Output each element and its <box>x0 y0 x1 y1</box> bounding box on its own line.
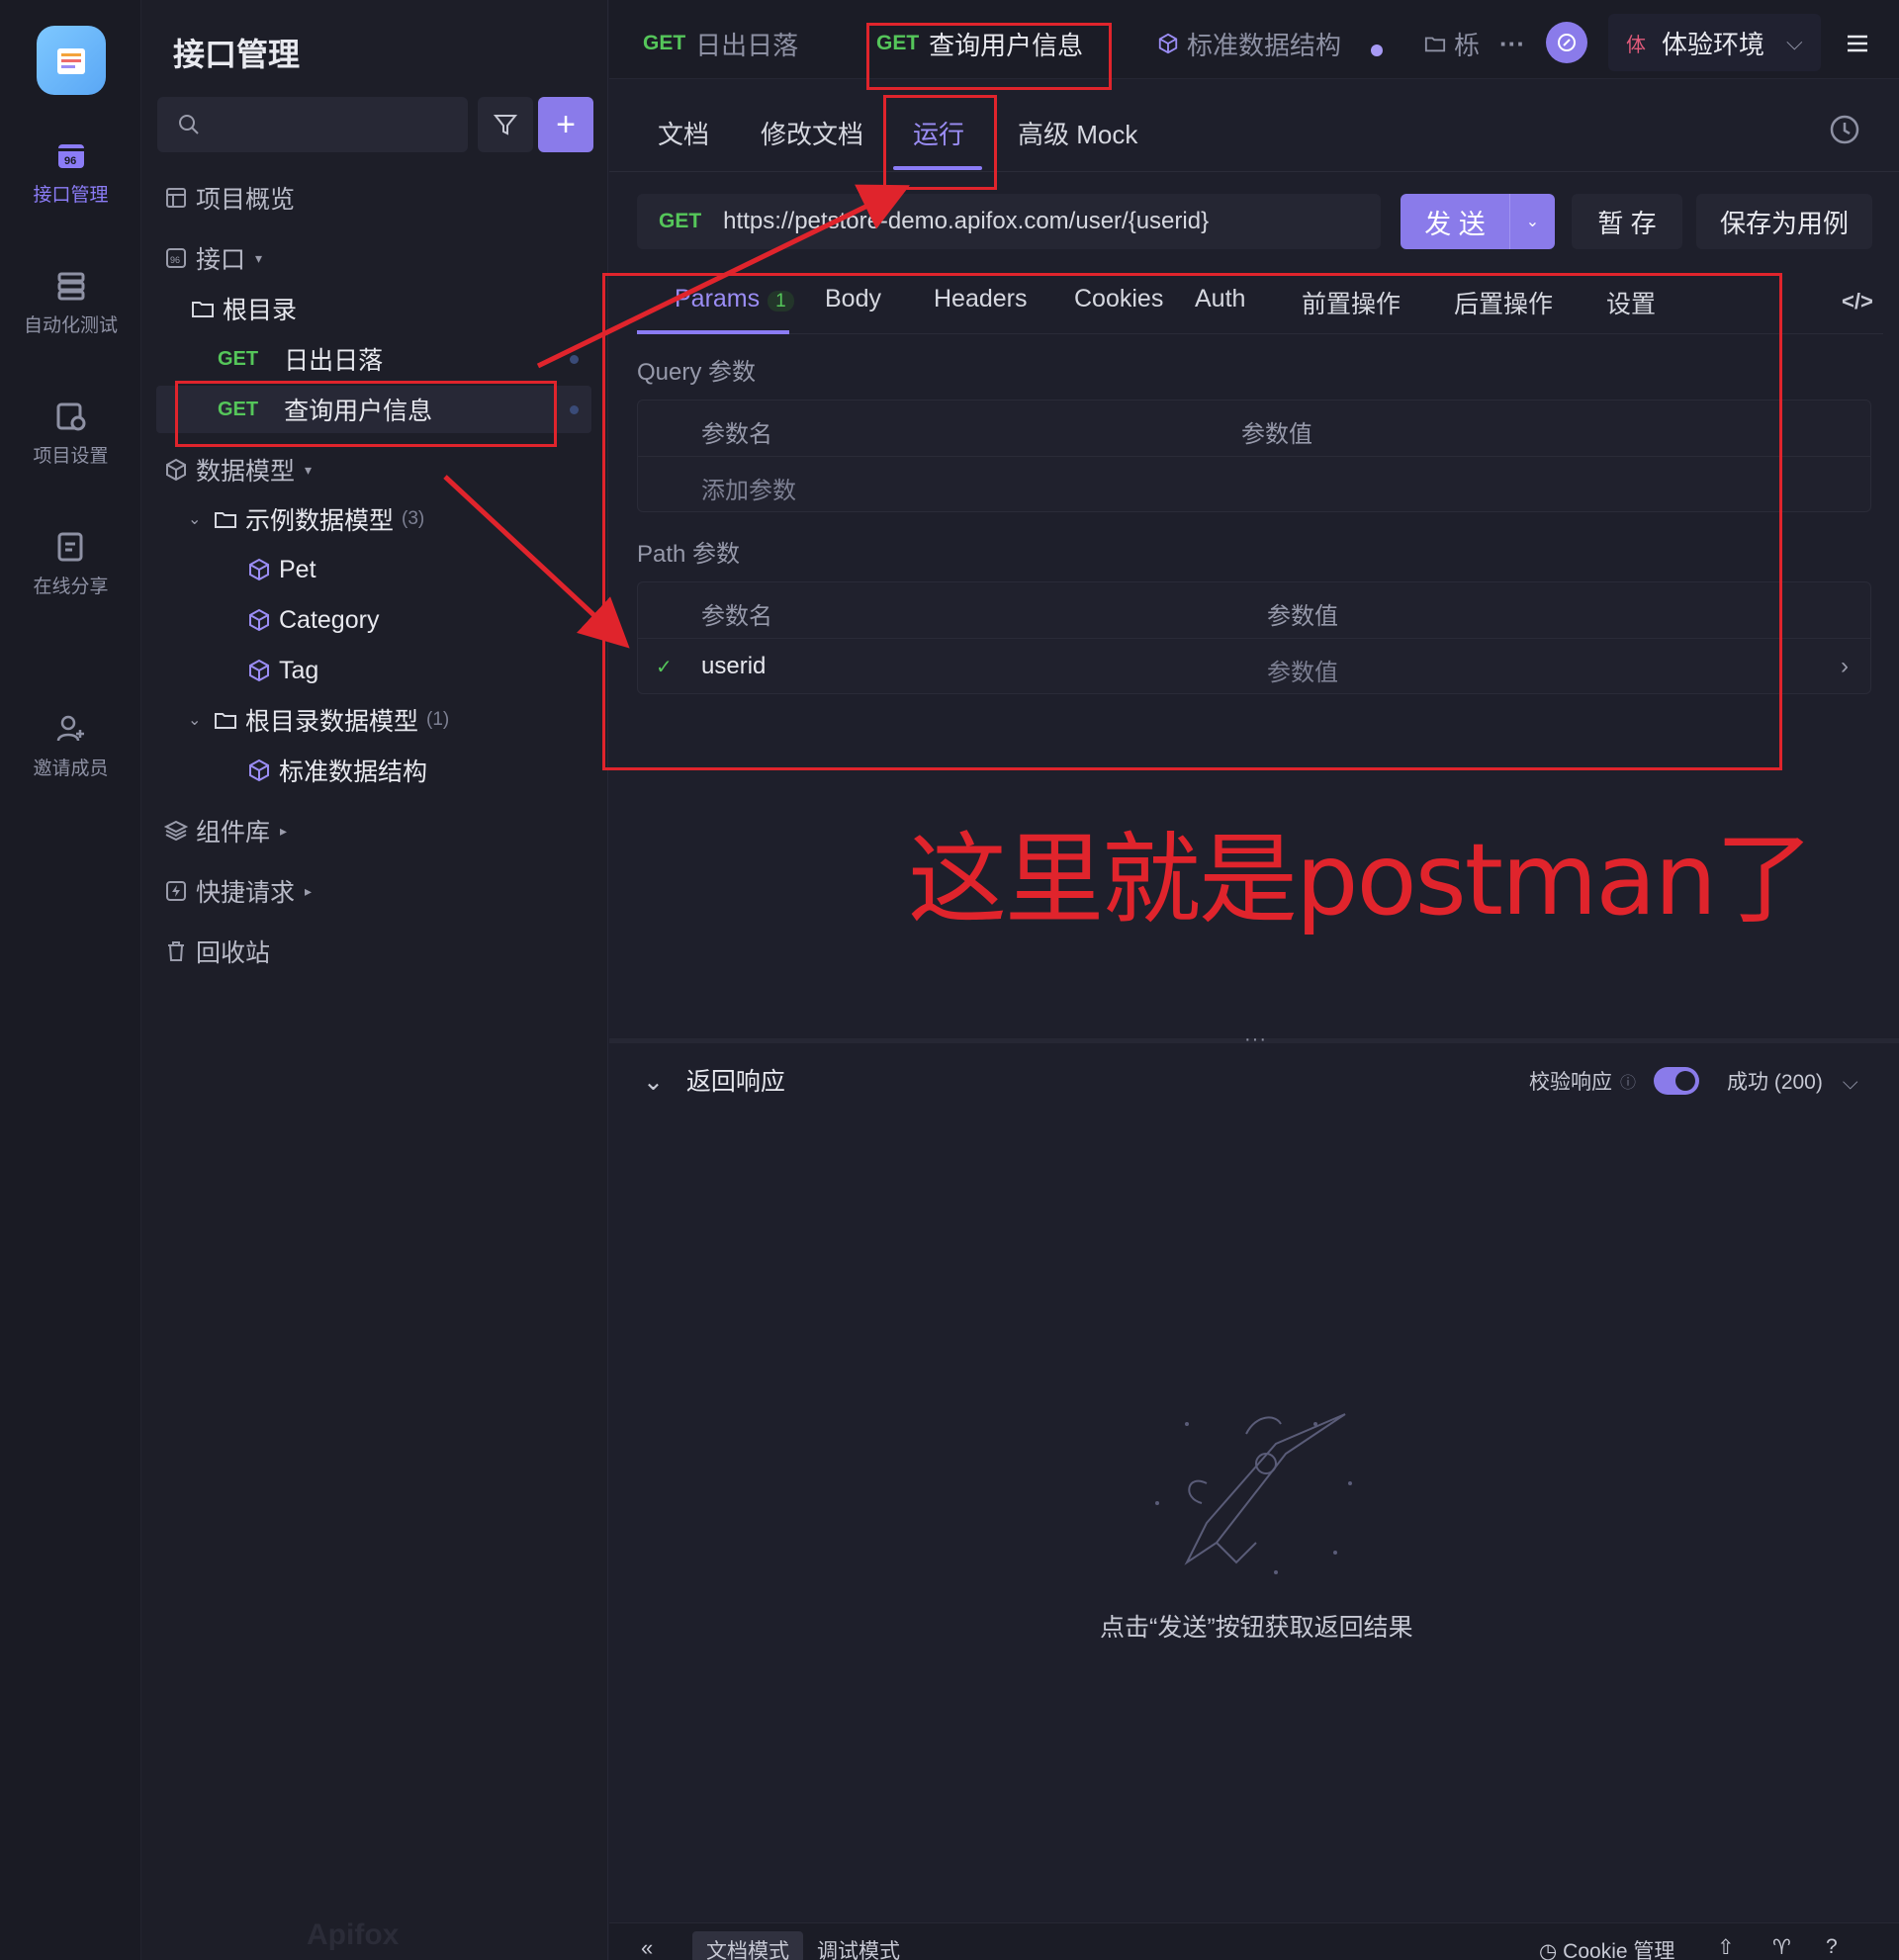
cookie-icon: ◷ <box>1539 1940 1564 1960</box>
help-icon[interactable]: ⓘ <box>1620 1069 1636 1093</box>
arrow-to-params <box>443 475 630 649</box>
collapse-icon[interactable]: « <box>641 1935 653 1960</box>
help-icon[interactable]: ? <box>1826 1935 1838 1959</box>
doc-mode-button[interactable]: 文档模式 <box>706 1935 789 1960</box>
annotation-arrows <box>443 184 910 649</box>
rocket-illustration-icon <box>1155 1413 1352 1574</box>
cookie-label: Cookie 管理 <box>1563 1940 1675 1960</box>
chevron-down-icon: ⌵ <box>1842 1071 1858 1094</box>
verify-toggle[interactable] <box>1654 1067 1700 1095</box>
status-select[interactable]: 成功 (200) ⌵ <box>1727 1066 1858 1096</box>
response-title: 返回响应 <box>685 1068 785 1096</box>
empty-response-text: 点击“发送”按钮获取返回结果 <box>1100 1614 1413 1642</box>
shirt-icon[interactable]: ♈ <box>1772 1935 1791 1960</box>
drag-handle-icon[interactable]: ··· <box>1244 1028 1267 1051</box>
verify-label: 校验响应 <box>1529 1071 1612 1094</box>
debug-mode-button[interactable]: 调试模式 <box>817 1935 900 1960</box>
verify-response: 校验响应 ⓘ <box>1529 1066 1700 1096</box>
chevron-down-icon: ⌄ <box>643 1068 664 1096</box>
arrow-to-run-tab <box>536 184 910 369</box>
upload-icon[interactable]: ⇧ <box>1717 1935 1735 1960</box>
annotation-text: 这里就是postman了 <box>908 822 1814 937</box>
cookie-button[interactable]: ◷ Cookie 管理 <box>1539 1935 1674 1960</box>
status-bar: « 文档模式 调试模式 ◷ Cookie 管理 ⇧ ♈ ? <box>609 1922 1899 1960</box>
response-header[interactable]: ⌄ 返回响应 <box>643 1062 785 1098</box>
status-label: 成功 (200) <box>1727 1071 1823 1094</box>
